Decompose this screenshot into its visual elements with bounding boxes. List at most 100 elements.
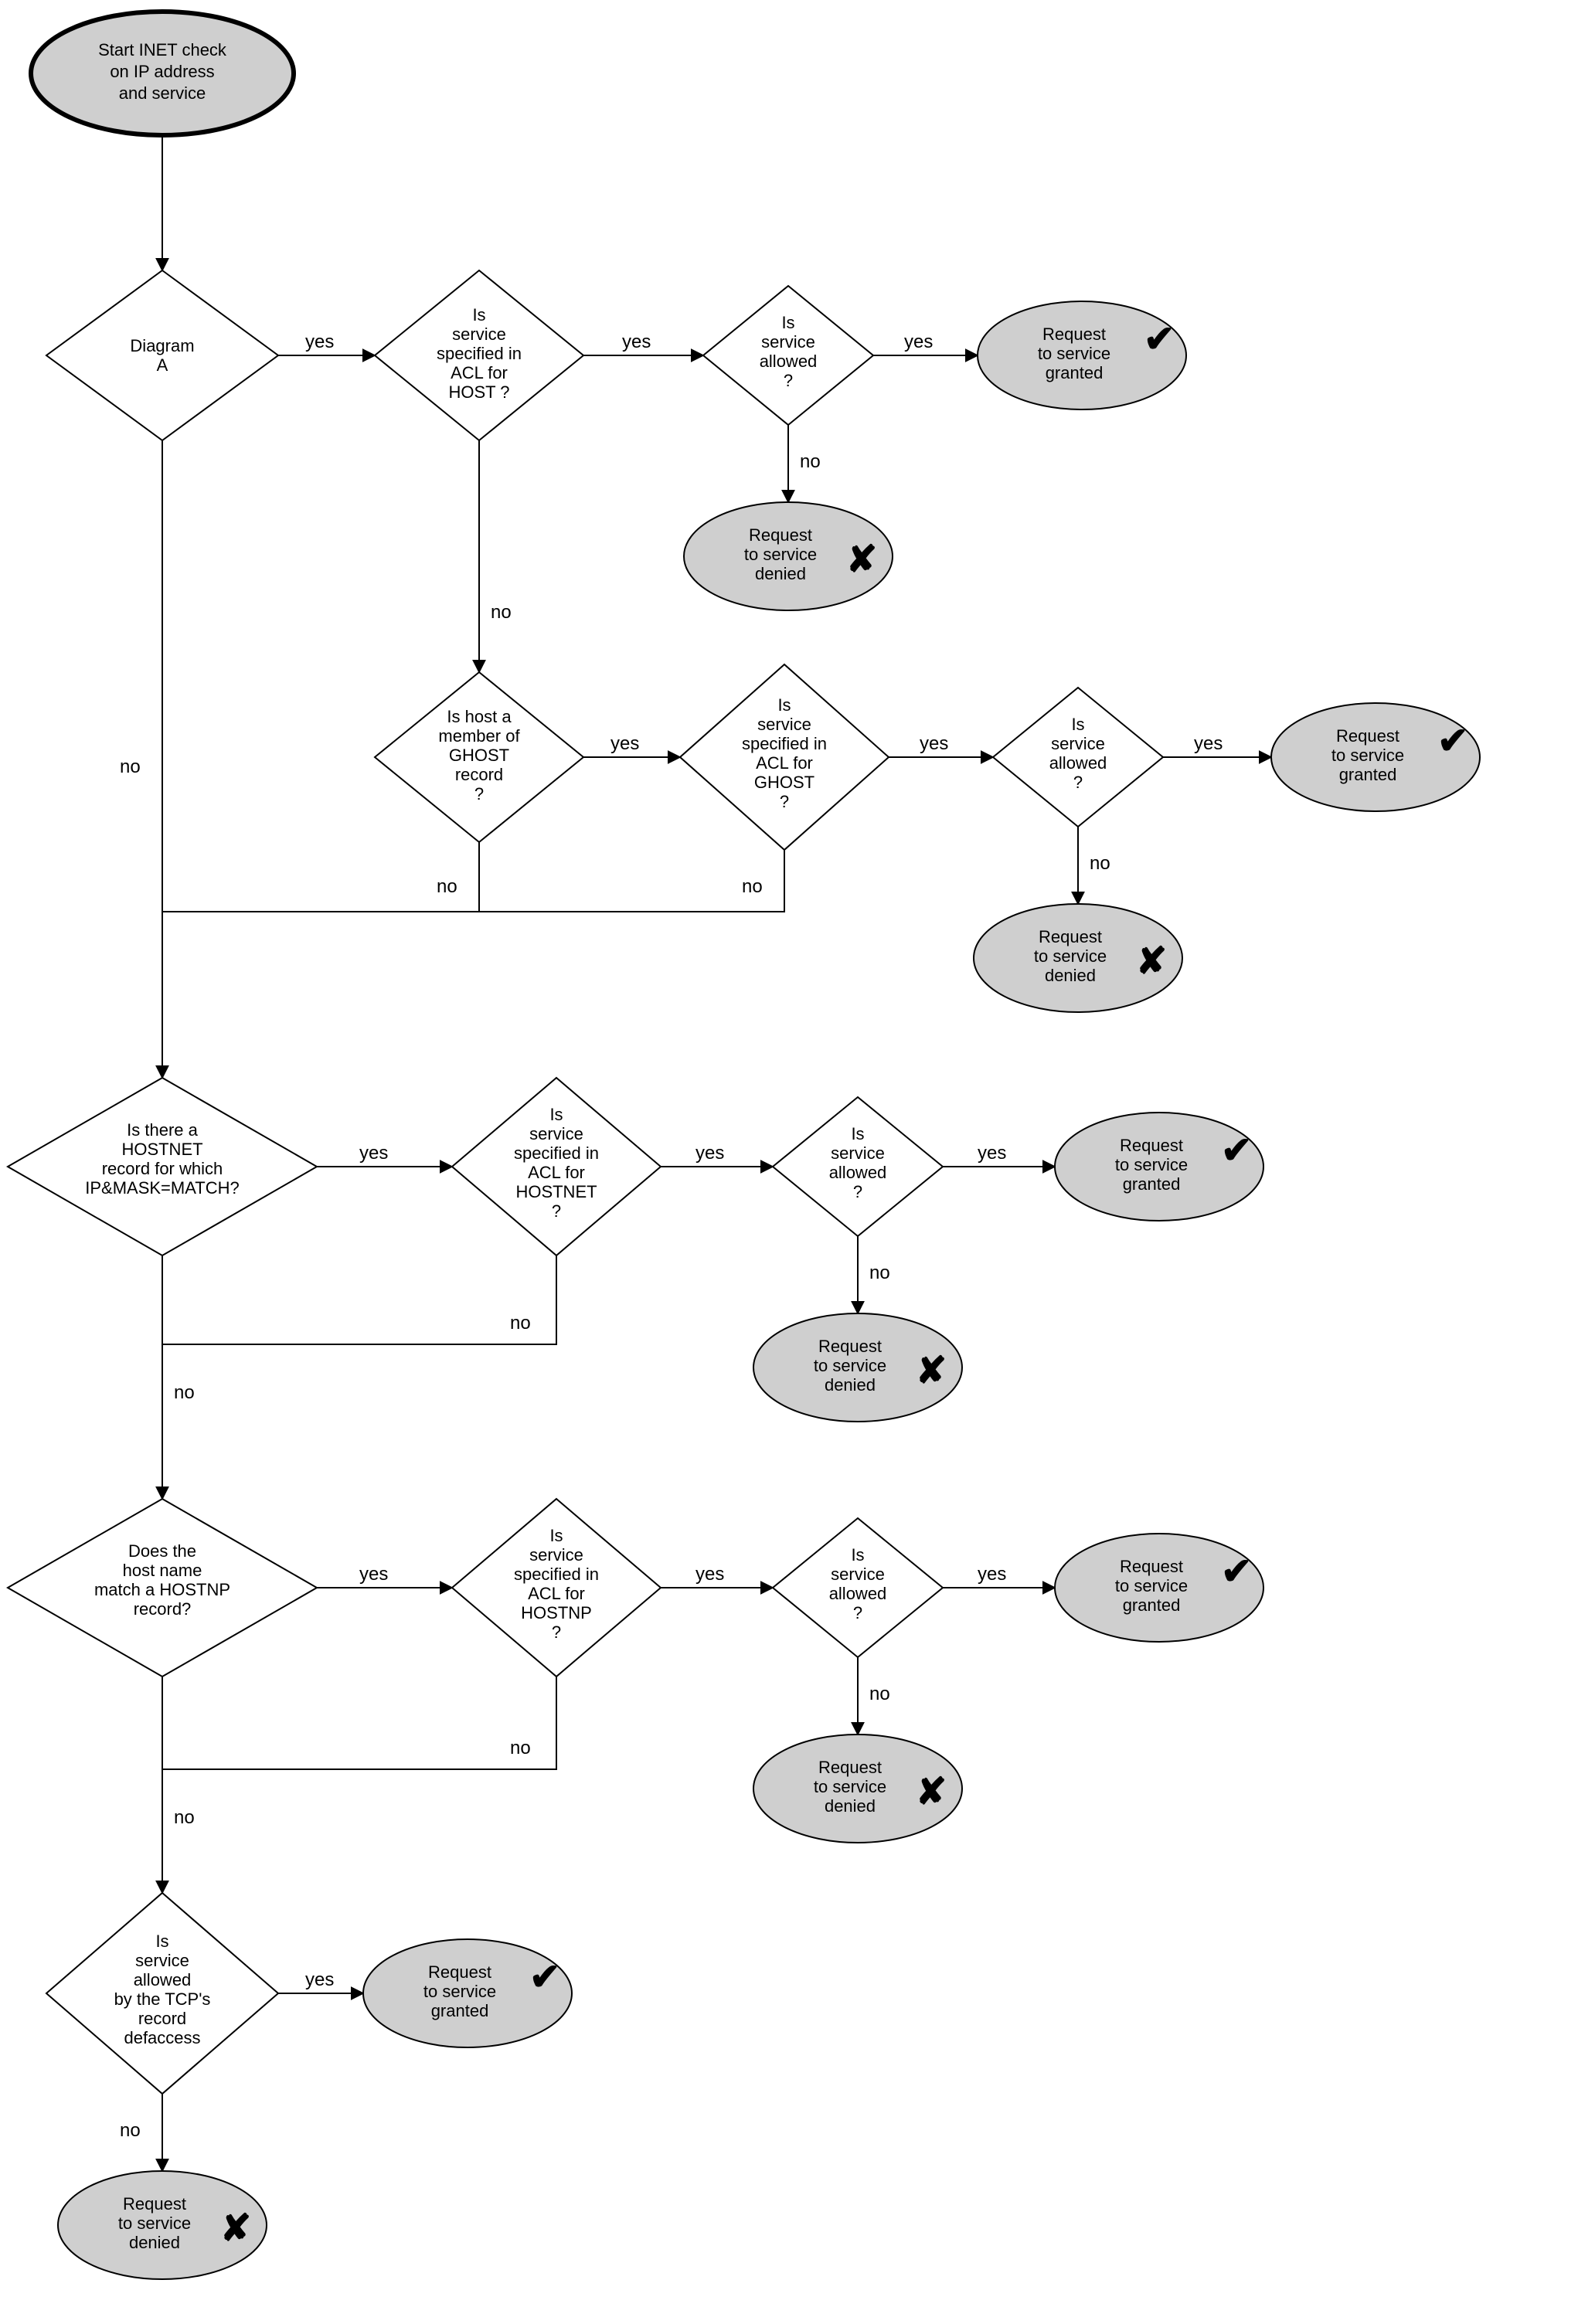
label-ghost-yes: yes (610, 733, 639, 754)
edge-aclhostnp-no (162, 1677, 556, 1769)
aclhostnet-t5: HOSTNET (515, 1182, 597, 1201)
tcp-t4: by the TCP's (114, 1989, 211, 2009)
denied5-t1: Request (123, 2194, 186, 2214)
ghost-t1: Is host a (447, 707, 512, 726)
flowchart-canvas: Start INET check on IP address and servi… (0, 0, 1578, 2324)
denied5-t2: to service (118, 2214, 191, 2233)
tcp-t2: service (135, 1951, 189, 1970)
denied2-t1: Request (1039, 927, 1102, 946)
allowed2-t3: allowed (1049, 753, 1107, 773)
aclghost-t4: ACL for (756, 753, 813, 773)
check-icon: ✔ (1221, 1130, 1252, 1171)
denied5-t3: denied (129, 2233, 180, 2252)
cross-icon: ✘ (916, 1351, 947, 1391)
allowed4-t2: service (831, 1565, 885, 1584)
hostnet-t1: Is there a (127, 1120, 198, 1140)
label-diagramA-yes: yes (305, 331, 334, 352)
hostnet-t3: record for which (102, 1159, 223, 1178)
granted-2-node: Request to service granted ✔ (1271, 703, 1480, 811)
acl-host-t5: HOST ? (448, 382, 509, 402)
cross-icon: ✘ (846, 539, 877, 580)
start-node: Start INET check on IP address and servi… (31, 12, 294, 135)
hostnp-node: Does the host name match a HOSTNP record… (8, 1499, 317, 1677)
denied1-t1: Request (749, 525, 812, 545)
denied-2-node: Request to service denied ✘ (974, 904, 1182, 1012)
denied1-t3: denied (755, 564, 806, 583)
denied4-t3: denied (825, 1796, 876, 1816)
aclhostnp-t6: ? (552, 1622, 561, 1642)
granted5-t2: to service (423, 1982, 496, 2001)
allowed3-t4: ? (853, 1182, 862, 1201)
allowed3-t1: Is (851, 1124, 864, 1143)
label-aclhostnp-no: no (510, 1738, 531, 1758)
acl-hostnp-node: Is service specified in ACL for HOSTNP ? (452, 1499, 661, 1677)
denied-5-node: Request to service denied ✘ (58, 2171, 267, 2279)
tcp-t3: allowed (134, 1970, 192, 1989)
label-aclghost-no: no (742, 876, 763, 897)
denied2-t3: denied (1045, 966, 1096, 985)
ghost-t4: record (455, 765, 503, 784)
granted2-t1: Request (1336, 726, 1399, 746)
hostnet-node: Is there a HOSTNET record for which IP&M… (8, 1078, 317, 1255)
aclhostnp-t5: HOSTNP (521, 1603, 592, 1622)
label-aclghost-yes: yes (920, 733, 948, 754)
granted4-t3: granted (1123, 1595, 1181, 1615)
hostnp-t2: host name (123, 1561, 202, 1580)
granted2-t2: to service (1331, 746, 1404, 765)
denied-4-node: Request to service denied ✘ (753, 1735, 962, 1843)
label-allowed1-yes: yes (904, 331, 933, 352)
denied-3-node: Request to service denied ✘ (753, 1313, 962, 1422)
granted2-t3: granted (1339, 765, 1397, 784)
ghost-t2: member of (438, 726, 520, 746)
allowed3-t3: allowed (829, 1163, 887, 1182)
granted5-t1: Request (428, 1962, 491, 1982)
aclghost-t6: ? (780, 792, 789, 811)
granted-3-node: Request to service granted ✔ (1055, 1113, 1263, 1221)
check-icon: ✔ (1144, 319, 1175, 360)
aclghost-t5: GHOST (754, 773, 815, 792)
acl-host-node: Is service specified in ACL for HOST ? (375, 270, 583, 440)
aclhostnet-t3: specified in (514, 1143, 599, 1163)
acl-host-t2: service (452, 324, 506, 344)
label-allowed2-no: no (1090, 853, 1110, 874)
start-text-2: on IP address (110, 62, 214, 81)
granted-4-node: Request to service granted ✔ (1055, 1534, 1263, 1642)
granted3-t3: granted (1123, 1174, 1181, 1194)
granted-1-node: Request to service granted ✔ (978, 301, 1186, 409)
tcp-t5: record (138, 2009, 186, 2028)
granted1-t3: granted (1046, 363, 1104, 382)
label-ghost-no: no (437, 876, 457, 897)
denied1-t2: to service (744, 545, 817, 564)
allowed-4-node: Is service allowed ? (773, 1518, 943, 1657)
ghost-t5: ? (474, 784, 484, 804)
allowed-1-node: Is service allowed ? (703, 286, 873, 425)
aclhostnp-t4: ACL for (528, 1584, 585, 1603)
allowed1-t1: Is (781, 313, 794, 332)
aclhostnp-t3: specified in (514, 1565, 599, 1584)
start-text-1: Start INET check (98, 40, 227, 59)
diagramA-text-2: A (157, 355, 168, 375)
denied-1-node: Request to service denied ✘ (684, 502, 893, 610)
denied4-t2: to service (814, 1777, 886, 1796)
label-allowed3-yes: yes (978, 1143, 1006, 1164)
start-text-3: and service (119, 83, 206, 103)
edge-aclghost-no (479, 850, 784, 912)
label-allowed3-no: no (869, 1262, 890, 1283)
label-hostnp-yes: yes (359, 1564, 388, 1585)
label-aclhost-no: no (491, 602, 512, 623)
acl-host-t4: ACL for (451, 363, 508, 382)
ghost-member-node: Is host a member of GHOST record ? (375, 672, 583, 842)
label-allowed4-no: no (869, 1684, 890, 1704)
label-hostnp-no: no (174, 1807, 195, 1828)
denied4-t1: Request (818, 1758, 882, 1777)
denied3-t2: to service (814, 1356, 886, 1375)
granted1-t1: Request (1042, 324, 1106, 344)
edge-aclhostnet-no (162, 1255, 556, 1344)
aclhostnet-t1: Is (549, 1105, 563, 1124)
check-icon: ✔ (529, 1957, 560, 1998)
diagramA-text-1: Diagram (130, 336, 194, 355)
cross-icon: ✘ (220, 2208, 251, 2249)
aclghost-t3: specified in (742, 734, 827, 753)
label-tcp-no: no (120, 2120, 141, 2141)
label-allowed2-yes: yes (1194, 733, 1223, 754)
